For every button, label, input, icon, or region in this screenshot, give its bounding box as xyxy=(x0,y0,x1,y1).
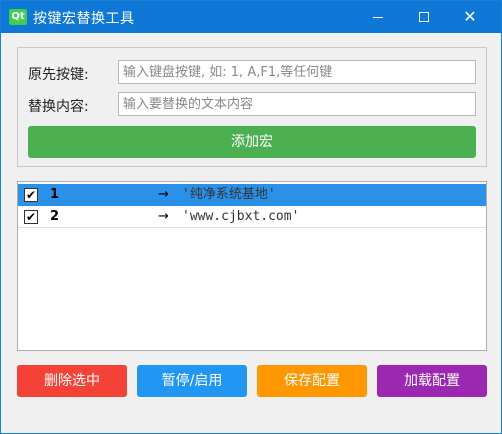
qt-logo-icon: Qt xyxy=(9,9,27,25)
minimize-button[interactable] xyxy=(355,1,401,33)
title-bar[interactable]: Qt 按键宏替换工具 ✕ xyxy=(1,1,501,33)
macro-list[interactable]: ✔ 1 → '纯净系统基地' ✔ 2 → 'www.cjbxt.com' xyxy=(17,181,487,351)
replace-text-label: 替换内容: xyxy=(28,99,89,115)
macro-text: '纯净系统基地' xyxy=(182,187,276,202)
list-item[interactable]: ✔ 2 → 'www.cjbxt.com' xyxy=(18,206,486,228)
minimize-icon xyxy=(373,16,383,18)
load-config-button[interactable]: 加载配置 xyxy=(377,365,487,397)
original-key-input[interactable] xyxy=(118,60,476,84)
macro-key: 1 xyxy=(50,187,60,202)
close-button[interactable]: ✕ xyxy=(447,1,493,33)
macro-checkbox[interactable]: ✔ xyxy=(24,188,38,202)
delete-selected-button[interactable]: 删除选中 xyxy=(17,365,127,397)
pause-enable-button[interactable]: 暂停/启用 xyxy=(137,365,247,397)
window-title: 按键宏替换工具 xyxy=(33,11,135,27)
macro-text: 'www.cjbxt.com' xyxy=(182,209,300,224)
list-item[interactable]: ✔ 1 → '纯净系统基地' xyxy=(18,184,486,206)
maximize-icon xyxy=(419,12,429,22)
macro-key: 2 xyxy=(50,209,60,224)
save-config-button[interactable]: 保存配置 xyxy=(257,365,367,397)
add-macro-button[interactable]: 添加宏 xyxy=(28,126,476,158)
arrow-right-icon: → xyxy=(158,187,169,202)
macro-input-group: 原先按键: 替换内容: 添加宏 xyxy=(17,47,487,167)
maximize-button[interactable] xyxy=(401,1,447,33)
main-window: Qt 按键宏替换工具 ✕ 原先按键: 替换内容: 添加宏 ✔ 1 → '纯净系统… xyxy=(0,0,502,434)
arrow-right-icon: → xyxy=(158,209,169,224)
macro-checkbox[interactable]: ✔ xyxy=(24,210,38,224)
original-key-label: 原先按键: xyxy=(28,67,89,83)
replace-text-input[interactable] xyxy=(118,92,476,116)
close-icon: ✕ xyxy=(463,7,477,26)
